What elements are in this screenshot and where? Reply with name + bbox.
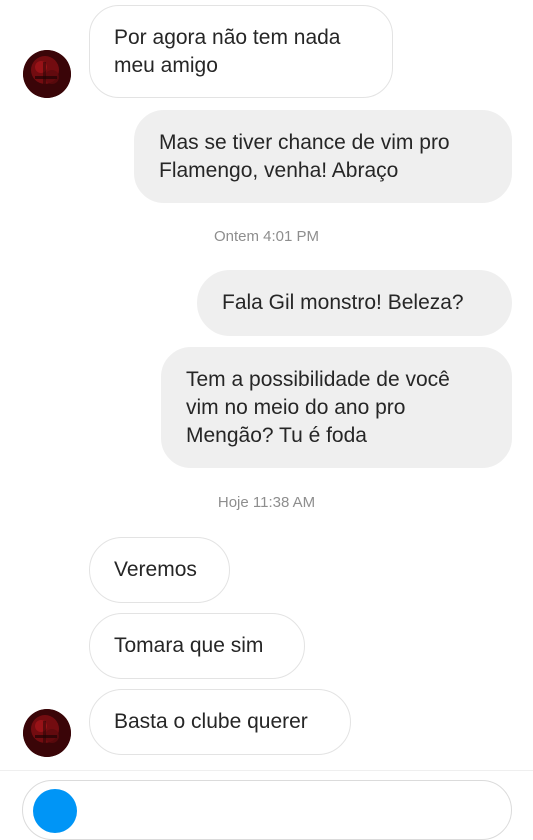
message-text: Basta o clube querer <box>114 710 308 733</box>
message-bubble-incoming[interactable]: Tomara que sim <box>89 613 305 679</box>
message-text: Tomara que sim <box>114 634 264 657</box>
message-text: Mas se tiver chance de vim pro Flamengo,… <box>159 130 450 182</box>
contact-avatar-icon[interactable] <box>23 50 71 98</box>
message-text: Veremos <box>114 558 197 581</box>
composer-divider <box>0 770 533 771</box>
avatar-image <box>23 709 71 757</box>
message-thread: Por agora não tem nada meu amigo Mas se … <box>0 0 533 770</box>
message-text: Por agora não tem nada meu amigo <box>114 25 341 77</box>
message-bubble-outgoing[interactable]: Tem a possibilidade de você vim no meio … <box>161 347 512 468</box>
timestamp-divider: Ontem 4:01 PM <box>213 228 320 245</box>
message-bubble-incoming[interactable]: Veremos <box>89 537 230 603</box>
camera-icon[interactable] <box>33 789 77 833</box>
message-bubble-outgoing[interactable]: Mas se tiver chance de vim pro Flamengo,… <box>134 110 512 203</box>
message-composer[interactable] <box>22 780 512 840</box>
message-text: Fala Gil monstro! Beleza? <box>222 291 464 314</box>
contact-avatar-icon[interactable] <box>23 709 71 757</box>
timestamp-divider: Hoje 11:38 AM <box>217 494 316 511</box>
message-bubble-outgoing[interactable]: Fala Gil monstro! Beleza? <box>197 270 512 336</box>
message-bubble-incoming[interactable]: Basta o clube querer <box>89 689 351 755</box>
avatar-image <box>23 50 71 98</box>
message-text: Tem a possibilidade de você vim no meio … <box>186 367 450 447</box>
message-bubble-incoming[interactable]: Por agora não tem nada meu amigo <box>89 5 393 98</box>
